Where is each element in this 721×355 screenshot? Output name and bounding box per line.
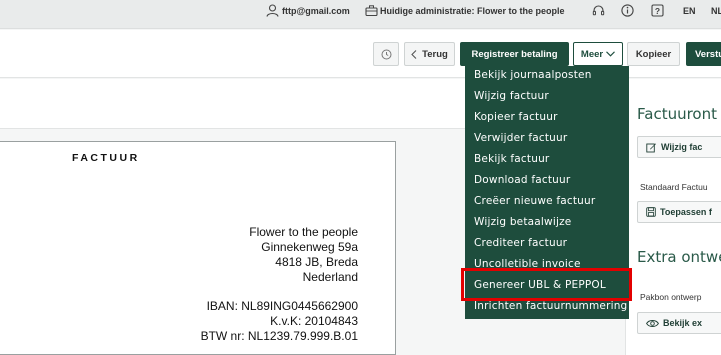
chevron-down-icon bbox=[606, 51, 615, 57]
send-button-label: Verstu bbox=[695, 48, 721, 60]
extra-design-heading: Extra ontwe bbox=[637, 248, 721, 266]
user-icon bbox=[266, 4, 279, 17]
company-iban: IBAN: NL89ING0445662900 bbox=[206, 299, 358, 313]
language-nl[interactable]: NL bbox=[711, 0, 721, 22]
menu-item-create-new-invoice[interactable]: Creëer nieuwe factuur bbox=[474, 195, 595, 207]
back-button[interactable]: Terug bbox=[404, 42, 455, 66]
menu-item-view-invoice[interactable]: Bekijk factuur bbox=[474, 153, 549, 165]
history-button[interactable] bbox=[373, 42, 399, 66]
invoice-design-panel: Factuuront Wijzig fac Standaard Factuu T… bbox=[625, 80, 721, 355]
menu-item-download-invoice[interactable]: Download factuur bbox=[474, 174, 570, 186]
company-street: Ginnekenweg 59a bbox=[261, 240, 358, 254]
edit-invoice-design-button[interactable]: Wijzig fac bbox=[637, 136, 721, 158]
svg-text:?: ? bbox=[655, 6, 660, 16]
apply-standard-label: Toepassen f bbox=[660, 207, 712, 217]
copy-button[interactable]: Kopieer bbox=[627, 42, 680, 66]
view-example-button[interactable]: Bekijk ex bbox=[637, 312, 721, 334]
company-btw: BTW nr: NL1239.79.999.B.01 bbox=[200, 329, 358, 343]
language-en[interactable]: EN bbox=[683, 0, 696, 22]
highlight-box bbox=[461, 268, 632, 301]
menu-item-change-payment-method[interactable]: Wijzig betaalwijze bbox=[474, 216, 571, 228]
invoice-design-heading: Factuuront bbox=[637, 105, 717, 123]
standard-invoice-label: Standaard Factuu bbox=[640, 182, 708, 192]
register-payment-button[interactable]: Registreer betaling bbox=[460, 42, 569, 66]
edit-invoice-design-label: Wijzig fac bbox=[661, 142, 703, 152]
company-country: Nederland bbox=[302, 270, 358, 284]
top-bar: fttp@gmail.com Huidige administratie: Fl… bbox=[0, 0, 721, 29]
headset-icon[interactable] bbox=[592, 4, 605, 17]
more-button[interactable]: Meer bbox=[573, 42, 623, 66]
view-example-label: Bekijk ex bbox=[663, 318, 703, 328]
menu-item-setup-invoice-numbering[interactable]: Inrichten factuurnummering bbox=[474, 300, 627, 312]
send-button[interactable]: Verstu bbox=[686, 42, 721, 66]
clock-icon bbox=[381, 49, 392, 60]
pakbon-design-label: Pakbon ontwerp bbox=[640, 292, 702, 302]
menu-item-edit-invoice[interactable]: Wijzig factuur bbox=[474, 90, 549, 102]
menu-item-view-journal-entries[interactable]: Bekijk journaalposten bbox=[474, 69, 592, 81]
company-postal-city: 4818 JB, Breda bbox=[275, 255, 358, 269]
briefcase-icon bbox=[365, 4, 378, 17]
back-button-label: Terug bbox=[422, 48, 448, 60]
invoice-title: FACTUUR bbox=[72, 152, 140, 164]
chevron-left-icon bbox=[411, 49, 417, 59]
info-icon[interactable] bbox=[621, 4, 634, 17]
menu-item-copy-invoice[interactable]: Kopieer factuur bbox=[474, 111, 558, 123]
company-name: Flower to the people bbox=[249, 225, 358, 239]
menu-item-delete-invoice[interactable]: Verwijder factuur bbox=[474, 132, 567, 144]
help-icon[interactable]: ? bbox=[651, 4, 664, 17]
pencil-icon bbox=[646, 142, 657, 153]
menu-item-credit-invoice[interactable]: Crediteer factuur bbox=[474, 237, 567, 249]
user-email[interactable]: fttp@gmail.com bbox=[282, 0, 350, 22]
copy-button-label: Kopieer bbox=[635, 48, 672, 60]
current-administration[interactable]: Huidige administratie: Flower to the peo… bbox=[380, 0, 565, 22]
register-payment-label: Registreer betaling bbox=[471, 48, 558, 60]
more-button-label: Meer bbox=[580, 48, 604, 60]
eye-icon bbox=[646, 319, 659, 328]
invoice-document: FACTUUR Flower to the people Ginnekenweg… bbox=[0, 141, 396, 355]
apply-standard-button[interactable]: Toepassen f bbox=[637, 201, 721, 223]
company-kvk: K.v.K: 20104843 bbox=[270, 314, 358, 328]
save-icon bbox=[646, 207, 656, 217]
